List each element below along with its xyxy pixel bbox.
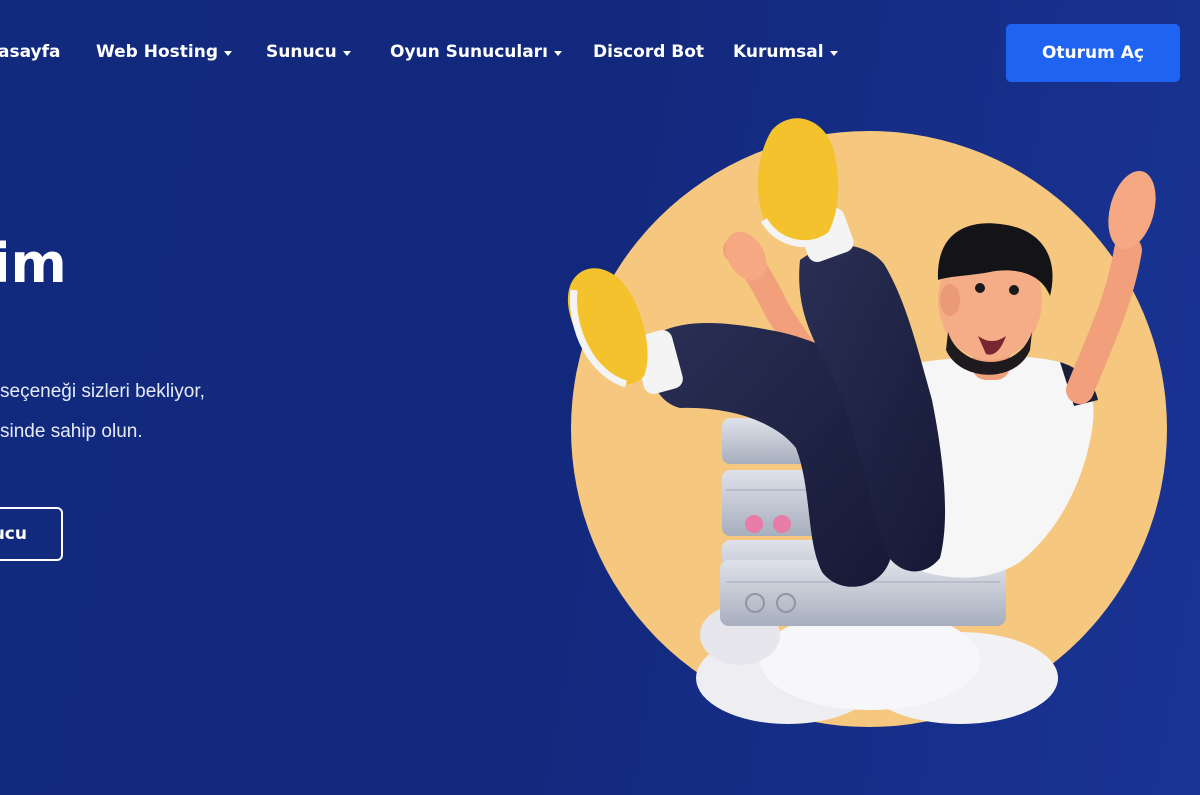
caret-down-icon — [553, 50, 562, 56]
nav-item-label: asayfa — [0, 42, 61, 62]
nav-item-oyun-sunuculari[interactable]: Oyun Sunucuları — [390, 42, 562, 62]
nav-item-sunucu[interactable]: Sunucu — [266, 42, 351, 62]
caret-down-icon — [224, 50, 233, 56]
nav-item-web-hosting[interactable]: Web Hosting — [96, 42, 233, 62]
nav-item-label: Sunucu — [266, 42, 337, 62]
hero-description-line: sinde sahip olun. — [0, 421, 143, 442]
falling-man-on-server-icon — [567, 118, 1167, 727]
nav-item-label: Oyun Sunucuları — [390, 42, 548, 62]
login-button-label: Oturum Aç — [1041, 43, 1145, 63]
login-button[interactable]: Oturum Aç — [1006, 24, 1180, 82]
nav-item-anasayfa[interactable]: asayfa — [0, 42, 61, 62]
hero-cta-label: ucu — [0, 524, 27, 544]
nav-item-label: Kurumsal — [733, 42, 824, 62]
hero-cta-button[interactable]: ucu — [0, 507, 63, 561]
nav-item-label: Discord Bot — [593, 42, 705, 62]
nav-item-kurumsal[interactable]: Kurumsal — [733, 42, 838, 62]
hero-description-line: seçeneği sizleri bekliyor, — [0, 381, 205, 402]
top-navigation: asayfa Web Hosting Sunucu Oyun Sunucular… — [0, 0, 1200, 106]
hero-title: im — [0, 232, 67, 295]
nav-item-discord-bot[interactable]: Discord Bot — [593, 42, 704, 62]
nav-item-label: Web Hosting — [96, 42, 219, 62]
caret-down-icon — [342, 50, 351, 56]
caret-down-icon — [829, 50, 838, 56]
